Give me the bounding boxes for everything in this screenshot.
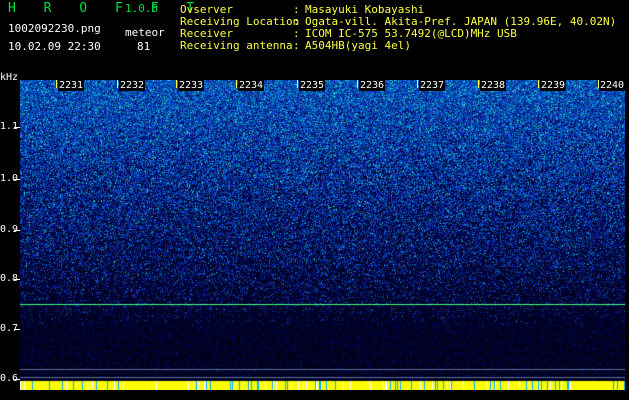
time-tick-label: 2234 bbox=[238, 80, 265, 91]
time-tick-mark bbox=[56, 80, 57, 88]
time-tick-mark bbox=[417, 80, 418, 88]
antenna-colon: : bbox=[293, 39, 300, 52]
time-tick-label: 2235 bbox=[299, 80, 326, 91]
spectrogram bbox=[20, 80, 625, 390]
frequency-unit-label: kHz bbox=[0, 72, 19, 83]
time-tick-mark bbox=[357, 80, 358, 88]
time-tick-label: 2236 bbox=[359, 80, 386, 91]
time-tick-mark bbox=[478, 80, 479, 88]
time-tick-label: 2238 bbox=[480, 80, 507, 91]
spectrogram-canvas bbox=[20, 80, 625, 390]
time-tick-label: 2231 bbox=[58, 80, 85, 91]
time-tick-mark bbox=[297, 80, 298, 88]
app-version: 1.0.0 bbox=[125, 2, 159, 15]
antenna-label: Receiving antenna bbox=[180, 39, 293, 52]
meteor-label: meteor bbox=[125, 26, 165, 39]
time-tick-label: 2233 bbox=[178, 80, 205, 91]
time-tick-mark bbox=[236, 80, 237, 88]
time-tick-mark bbox=[538, 80, 539, 88]
app-brand: H R O F F T bbox=[8, 1, 205, 16]
time-tick-mark bbox=[117, 80, 118, 88]
time-tick-label: 2232 bbox=[119, 80, 146, 91]
file-name: 1002092230.png bbox=[8, 22, 101, 35]
meteor-count: 81 bbox=[137, 40, 151, 53]
time-tick-label: 2240 bbox=[599, 80, 626, 91]
antenna-value: A504HB(yagi 4el) bbox=[305, 39, 411, 52]
time-tick-mark bbox=[176, 80, 177, 88]
file-datetime: 10.02.09 22:30 bbox=[8, 40, 101, 53]
time-tick-label: 2237 bbox=[419, 80, 446, 91]
time-tick-label: 2239 bbox=[540, 80, 567, 91]
